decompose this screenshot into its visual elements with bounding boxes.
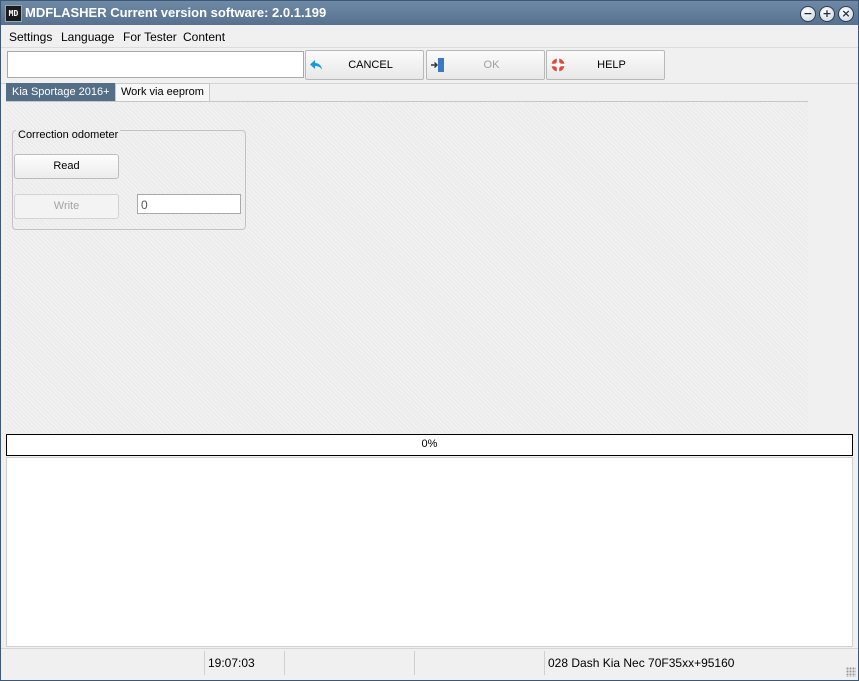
tab-panel: Correction odometer Read Write 0 (6, 101, 808, 433)
read-button[interactable]: Read (14, 154, 119, 179)
cancel-label: CANCEL (348, 59, 393, 71)
group-title: Correction odometer (16, 129, 121, 141)
toolbar: CANCEL OK HELP (1, 47, 858, 84)
status-field[interactable] (7, 51, 304, 78)
status-bar: 19:07:03 028 Dash Kia Nec 70F35xx+95160 (1, 648, 858, 679)
status-time: 19:07:03 (204, 651, 284, 675)
app-window: MD MDFLASHER Current version software: 2… (0, 0, 859, 681)
status-cell-empty-2 (414, 651, 544, 675)
progress-bar: 0% (6, 434, 853, 456)
app-logo-icon: MD (5, 5, 22, 22)
resize-grip[interactable] (846, 667, 856, 677)
log-area[interactable] (6, 457, 853, 647)
write-button[interactable]: Write (14, 194, 119, 219)
ok-label: OK (483, 59, 500, 71)
menu-language[interactable]: Language (61, 30, 114, 44)
menu-content[interactable]: Content (183, 30, 225, 44)
menu-for-tester[interactable]: For Tester (123, 30, 177, 44)
help-label: HELP (597, 59, 626, 71)
close-button[interactable]: × (838, 6, 854, 22)
maximize-button[interactable]: + (819, 6, 835, 22)
progress-text: 0% (421, 438, 438, 450)
cancel-button[interactable]: CANCEL (305, 50, 424, 80)
tab-work-via-eeprom[interactable]: Work via eeprom (115, 83, 210, 102)
ok-button[interactable]: OK (426, 50, 545, 80)
status-cell-empty-1 (284, 651, 414, 675)
panel-margin (809, 101, 854, 432)
odometer-value-input[interactable]: 0 (137, 194, 241, 214)
title-bar[interactable]: MD MDFLASHER Current version software: 2… (1, 1, 858, 25)
menu-settings[interactable]: Settings (9, 30, 52, 44)
help-button[interactable]: HELP (546, 50, 665, 80)
minimize-button[interactable]: − (800, 6, 816, 22)
tab-kia-sportage[interactable]: Kia Sportage 2016+ (6, 83, 116, 102)
status-device: 028 Dash Kia Nec 70F35xx+95160 (544, 651, 838, 675)
menu-bar: Settings Language For Tester Content (1, 26, 858, 47)
window-title: MDFLASHER Current version software: 2.0.… (25, 5, 327, 20)
